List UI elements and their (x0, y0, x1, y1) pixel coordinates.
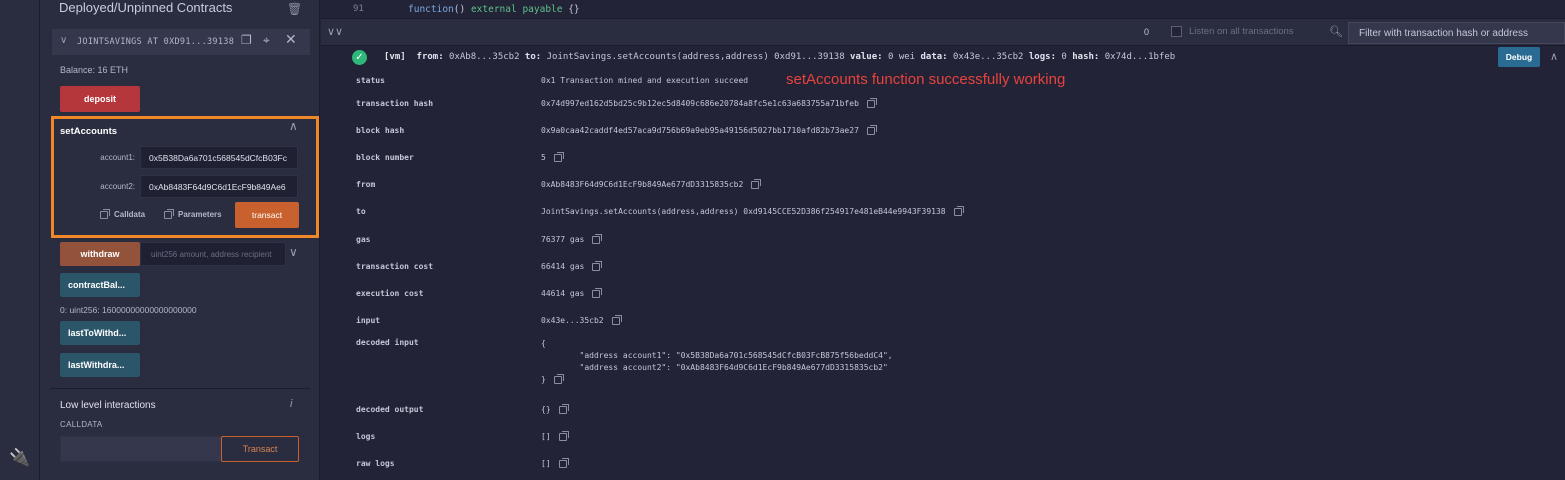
calldata-copy-button[interactable]: Calldata (100, 208, 145, 219)
copy-icon[interactable] (553, 373, 564, 384)
copy-icon[interactable] (953, 205, 964, 216)
row-key-status: status (356, 76, 385, 85)
icon-rail: 🔌 (0, 0, 40, 480)
annotation-text: setAccounts function successfully workin… (786, 71, 1066, 88)
row-key-decoded-input: decoded input (356, 338, 419, 347)
last-withdraw-amount-button[interactable]: lastWithdra... (60, 353, 140, 377)
account2-input[interactable]: 0xAb8483F64d9C6d1EcF9b849Ae6 (140, 175, 298, 198)
withdraw-button[interactable]: withdraw (60, 242, 140, 266)
account1-input[interactable]: 0x5B38Da6a701c568545dCfcB03Fc (140, 146, 298, 169)
info-icon[interactable]: i (290, 398, 292, 410)
row-val-raw-logs: [] (541, 457, 569, 468)
copy-icon (100, 208, 110, 219)
contract-balance-text: Balance: 16 ETH (60, 65, 129, 75)
collapse-terminal-icon[interactable]: ∨∨ (327, 25, 343, 38)
calldata-label: CALLDATA (60, 420, 103, 429)
chevron-down-icon[interactable]: ∨ (289, 245, 298, 259)
row-key-input: input (356, 316, 381, 325)
row-val-block-hash: 0x9a0caa42caddf4ed57aca9d756b69a9eb95a49… (541, 124, 877, 135)
editor-line: 91 function() external payable {} (321, 0, 1565, 18)
row-key-block-hash: block hash (356, 126, 405, 135)
close-icon[interactable]: ✕ (285, 31, 297, 48)
row-val-tx-cost: 66414 gas (541, 260, 603, 271)
listen-label: Listen on all transactions (1189, 26, 1294, 37)
set-accounts-title: setAccounts (60, 126, 118, 137)
filter-input[interactable]: Filter with transaction hash or address (1348, 22, 1565, 44)
parameters-copy-button[interactable]: Parameters (164, 208, 222, 219)
copy-icon[interactable] (558, 457, 569, 468)
tx-summary[interactable]: [vm] from: 0xAb8...35cb2 to: JointSaving… (384, 52, 1175, 62)
account2-label: account2: (100, 182, 135, 191)
terminal-log: ✓ [vm] from: 0xAb8...35cb2 to: JointSavi… (321, 47, 1565, 480)
row-val-gas: 76377 gas (541, 233, 603, 244)
terminal-toolbar: ∨∨ 0 Listen on all transactions 🔍︎ Filte… (321, 18, 1565, 46)
copy-icon[interactable] (592, 287, 603, 298)
account1-label: account1: (100, 153, 135, 162)
divider (50, 388, 310, 389)
copy-icon[interactable] (611, 314, 622, 325)
debug-button[interactable]: Debug (1498, 47, 1540, 67)
row-key-exec-cost: execution cost (356, 289, 424, 298)
copy-icon[interactable] (592, 260, 603, 271)
line-number: 91 (353, 4, 364, 14)
copy-icon[interactable] (553, 151, 564, 162)
row-key-from: from (356, 180, 376, 189)
copy-icon[interactable] (592, 233, 603, 244)
row-val-logs: [] (541, 430, 569, 441)
row-key-block-number: block number (356, 153, 414, 162)
row-key-to: to (356, 207, 366, 216)
deployed-contracts-title: Deployed/Unpinned Contracts (59, 0, 233, 15)
copy-icon[interactable] (751, 178, 762, 189)
withdraw-args-input[interactable]: uint256 amount, address recipient (140, 242, 286, 266)
row-val-decoded-output: {} (541, 403, 569, 414)
chevron-up-icon[interactable]: ∧ (289, 119, 298, 133)
row-key-logs: logs (356, 432, 376, 441)
search-icon: 🔍︎ (1329, 26, 1343, 38)
row-key-tx-hash: transaction hash (356, 99, 434, 108)
code-line[interactable]: function() external payable {} (408, 4, 580, 15)
row-val-exec-cost: 44614 gas (541, 287, 603, 298)
calldata-input[interactable] (60, 436, 222, 462)
chevron-up-icon[interactable]: ∧ (1550, 50, 1558, 63)
copy-icon[interactable] (558, 403, 569, 414)
copy-icon[interactable] (866, 124, 877, 135)
last-to-withdraw-button[interactable]: lastToWithd... (60, 321, 140, 345)
row-val-from: 0xAb8483F64d9C6d1EcF9b849Ae677dD3315835c… (541, 178, 762, 189)
row-val-status: 0x1 Transaction mined and execution succ… (541, 76, 749, 85)
deploy-run-panel: Deployed/Unpinned Contracts 🗑 ∨ JOINTSAV… (40, 0, 320, 480)
row-val-to: JointSavings.setAccounts(address,address… (541, 205, 964, 216)
plugin-icon[interactable]: 🔌 (9, 448, 30, 468)
row-key-tx-cost: transaction cost (356, 262, 434, 271)
row-val-input: 0x43e...35cb2 (541, 314, 622, 325)
contract-instance-name: JOINTSAVINGS AT 0XD91...39138 (M (77, 37, 237, 47)
listen-checkbox[interactable] (1171, 26, 1182, 37)
row-val-block-number: 5 (541, 151, 564, 162)
copy-icon (164, 208, 174, 219)
low-level-transact-button[interactable]: Transact (221, 436, 299, 462)
copy-icon[interactable]: ❐ (241, 33, 252, 47)
contract-instance-header[interactable]: ∨ JOINTSAVINGS AT 0XD91...39138 (M ❐ ⌖ ✕ (52, 29, 310, 55)
pin-icon[interactable]: ⌖ (263, 33, 270, 48)
row-val-tx-hash: 0x74d997ed162d5bd25c9b12ec5d8409c686e207… (541, 97, 877, 108)
chevron-down-icon[interactable]: ∨ (60, 35, 67, 46)
decoded-input-value: { "address account1": "0x5B38Da6a701c568… (541, 339, 893, 384)
row-key-decoded-output: decoded output (356, 405, 424, 414)
deposit-button[interactable]: deposit (60, 86, 140, 112)
copy-icon[interactable] (558, 430, 569, 441)
row-key-raw-logs: raw logs (356, 459, 395, 468)
low-level-title: Low level interactions (60, 400, 156, 411)
success-check-icon: ✓ (352, 50, 367, 65)
row-key-gas: gas (356, 235, 371, 244)
pending-tx-count: 0 (1144, 27, 1150, 37)
trash-icon[interactable]: 🗑 (287, 2, 302, 16)
contract-balance-button[interactable]: contractBal... (60, 273, 140, 297)
copy-icon[interactable] (866, 97, 877, 108)
contract-balance-output: 0: uint256: 16000000000000000000 (60, 305, 197, 315)
transact-button[interactable]: transact (235, 202, 299, 228)
